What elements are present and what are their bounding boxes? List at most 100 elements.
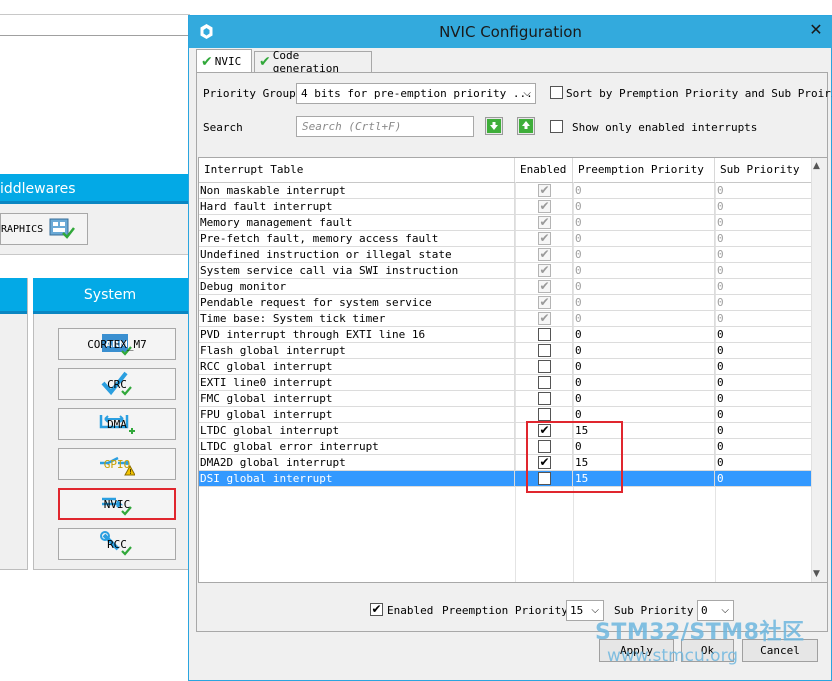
- annotation-highlight-box: [526, 421, 623, 493]
- show-enabled-checkbox[interactable]: [550, 120, 563, 133]
- sub-priority-cell[interactable]: 0: [715, 471, 811, 486]
- column-header-interrupt[interactable]: Interrupt Table: [199, 158, 515, 182]
- enabled-checkbox[interactable]: [538, 360, 551, 373]
- enabled-cell: ✔: [515, 231, 573, 246]
- sort-label: Sort by Premption Priority and Sub Proir…: [566, 87, 832, 100]
- column-header-enabled[interactable]: Enabled: [515, 158, 573, 182]
- footer-enabled-checkbox[interactable]: ✔: [370, 603, 383, 616]
- sub-priority-cell[interactable]: 0: [715, 455, 811, 470]
- sub-priority-cell[interactable]: 0: [715, 407, 811, 422]
- preemption-priority-cell[interactable]: 0: [573, 359, 715, 374]
- table-row[interactable]: Undefined instruction or illegal state ✔ 0…: [199, 247, 811, 263]
- enabled-checkbox: ✔: [538, 279, 551, 293]
- table-row[interactable]: Flash global interrupt 0 0: [199, 343, 811, 359]
- enabled-cell: [515, 375, 573, 390]
- table-row[interactable]: DMA2D global interrupt ✔ 15 0: [199, 455, 811, 471]
- dma-button[interactable]: DMA: [58, 408, 176, 440]
- close-icon[interactable]: ✕: [800, 16, 832, 44]
- sub-priority-cell: 0: [717, 296, 724, 309]
- table-row[interactable]: Hard fault interrupt ✔ 0 0: [199, 199, 811, 215]
- gpio-button[interactable]: GPIO !: [58, 448, 176, 480]
- enabled-checkbox: ✔: [538, 215, 551, 229]
- preemption-priority-cell: 0: [573, 215, 715, 230]
- enabled-checkbox: ✔: [538, 263, 551, 277]
- enabled-checkbox: ✔: [538, 183, 551, 197]
- table-row[interactable]: Pendable request for system service ✔ 0 0: [199, 295, 811, 311]
- preemption-priority-cell[interactable]: 0: [573, 391, 715, 406]
- table-row[interactable]: FPU global interrupt 0 0: [199, 407, 811, 423]
- enabled-checkbox[interactable]: [538, 408, 551, 421]
- watermark-line1: STM32/STM8社区: [595, 620, 805, 645]
- footer-preemption-select[interactable]: 15 ⌵: [566, 600, 604, 621]
- table-row[interactable]: FMC global interrupt 0 0: [199, 391, 811, 407]
- search-previous-button[interactable]: [517, 117, 535, 135]
- footer-sub-select[interactable]: 0 ⌵: [697, 600, 734, 621]
- middlewares-header: iddlewares: [0, 174, 190, 204]
- preemption-priority-cell[interactable]: 0: [573, 407, 715, 422]
- column-header-preemption[interactable]: Preemption Priority: [573, 158, 715, 182]
- enabled-checkbox: ✔: [538, 295, 551, 309]
- sub-priority-cell[interactable]: 0: [715, 359, 811, 374]
- scroll-up-icon[interactable]: ▲: [813, 161, 820, 171]
- table-row[interactable]: EXTI line0 interrupt 0 0: [199, 375, 811, 391]
- enabled-checkbox: ✔: [538, 247, 551, 261]
- graphics-button[interactable]: RAPHICS: [0, 213, 88, 245]
- sub-priority-cell[interactable]: 0: [715, 391, 811, 406]
- priority-group-select[interactable]: 4 bits for pre-emption priority ... ⌵: [296, 83, 536, 104]
- sort-checkbox[interactable]: [550, 86, 563, 99]
- interrupt-name: DMA2D global interrupt: [199, 455, 515, 470]
- enabled-cell: ✔: [515, 263, 573, 278]
- interrupt-name: FPU global interrupt: [199, 407, 515, 422]
- table-row[interactable]: Time base: System tick timer ✔ 0 0: [199, 311, 811, 327]
- table-row[interactable]: LTDC global error interrupt 0 0: [199, 439, 811, 455]
- interrupt-name: System service call via SWI instruction: [199, 263, 515, 278]
- show-enabled-label: Show only enabled interrupts: [572, 121, 758, 134]
- table-row[interactable]: System service call via SWI instruction ✔…: [199, 263, 811, 279]
- sub-priority-cell[interactable]: 0: [715, 423, 811, 438]
- background-top-strip: [0, 0, 190, 15]
- table-row[interactable]: Memory management fault ✔ 0 0: [199, 215, 811, 231]
- nvic-label: NVIC: [103, 497, 131, 511]
- table-scrollbar[interactable]: [811, 158, 827, 582]
- interrupt-name: Memory management fault: [199, 215, 515, 230]
- sub-priority-cell: 0: [717, 232, 724, 245]
- table-row[interactable]: DSI global interrupt ✔ 15 0: [199, 471, 811, 487]
- enabled-checkbox[interactable]: [538, 344, 551, 357]
- preemption-priority-cell: 0: [573, 199, 715, 214]
- system-header: System: [33, 278, 193, 314]
- rcc-button[interactable]: RCC: [58, 528, 176, 560]
- preemption-priority-cell[interactable]: 0: [573, 327, 715, 342]
- enabled-checkbox[interactable]: [538, 328, 551, 341]
- table-row[interactable]: RCC global interrupt 0 0: [199, 359, 811, 375]
- search-next-button[interactable]: [485, 117, 503, 135]
- sub-priority-cell[interactable]: 0: [715, 375, 811, 390]
- table-row[interactable]: PVD interrupt through EXTI line 16 0 0: [199, 327, 811, 343]
- column-header-sub-priority[interactable]: Sub Priority: [715, 158, 811, 182]
- enabled-cell: ✔: [515, 215, 573, 230]
- chevron-down-icon: ⌵: [591, 605, 599, 616]
- table-row[interactable]: Debug monitor ✔ 0 0: [199, 279, 811, 295]
- table-row[interactable]: Non maskable interrupt ✔ 0 0: [199, 183, 811, 199]
- crc-label: CRC: [107, 377, 127, 391]
- enabled-checkbox[interactable]: [538, 392, 551, 405]
- sub-priority-cell[interactable]: 0: [715, 343, 811, 358]
- table-row[interactable]: Pre-fetch fault, memory access fault ✔ 0 0: [199, 231, 811, 247]
- graphics-button-label: RAPHICS: [1, 223, 44, 235]
- tab-nvic[interactable]: ✔ NVIC: [196, 49, 252, 73]
- nvic-button[interactable]: NVIC: [58, 488, 176, 520]
- preemption-priority-cell[interactable]: 0: [573, 375, 715, 390]
- preemption-priority-cell: 0: [573, 231, 715, 246]
- priority-group-label: Priority Group: [203, 87, 296, 100]
- chevron-down-icon: ⌵: [721, 605, 729, 616]
- crc-button[interactable]: CRC: [58, 368, 176, 400]
- enabled-checkbox[interactable]: [538, 376, 551, 389]
- cortex-m7-button[interactable]: CORTEX_M7 ARM: [58, 328, 176, 360]
- search-input[interactable]: Search (Crtl+F): [296, 116, 474, 137]
- sub-priority-cell[interactable]: 0: [715, 327, 811, 342]
- table-row[interactable]: LTDC global interrupt ✔ 15 0: [199, 423, 811, 439]
- scroll-down-icon[interactable]: ▼: [813, 569, 820, 579]
- sub-priority-cell[interactable]: 0: [715, 439, 811, 454]
- rcc-label: RCC: [107, 537, 127, 551]
- preemption-priority-cell[interactable]: 0: [573, 343, 715, 358]
- tab-code-generation[interactable]: ✔ Code generation: [254, 49, 372, 75]
